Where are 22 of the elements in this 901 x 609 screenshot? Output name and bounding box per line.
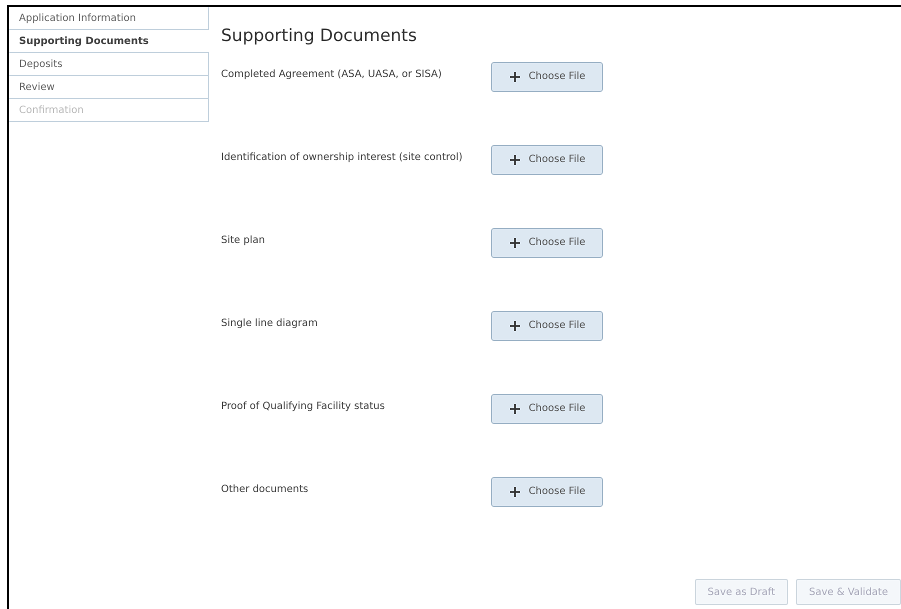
plus-icon [508,320,521,332]
nav-tab[interactable]: Deposits [9,53,209,76]
document-label: Proof of Qualifying Facility status [221,400,386,414]
choose-file-button[interactable]: Choose File [491,62,603,92]
choose-file-button[interactable]: Choose File [491,394,603,424]
nav-tab[interactable]: Review [9,76,209,99]
plus-icon [508,70,521,82]
document-label: Single line diagram [221,316,319,330]
document-label: Completed Agreement (ASA, UASA, or SISA) [221,68,443,82]
plus-icon [508,486,521,498]
choose-file-button[interactable]: Choose File [491,228,603,258]
document-label: Site plan [221,234,266,248]
document-label: Other documents [221,482,310,496]
plus-icon [508,154,521,166]
plus-icon [508,402,521,414]
choose-file-button[interactable]: Choose File [491,144,603,174]
document-label: Identification of ownership interest (site control) [221,150,464,164]
choose-file-button[interactable]: Choose File [491,310,603,340]
nav-tab[interactable]: Application Information [9,7,209,30]
plus-icon [508,236,521,248]
page-title: Supporting Documents [221,25,418,48]
choose-file-button[interactable]: Choose File [491,476,603,506]
